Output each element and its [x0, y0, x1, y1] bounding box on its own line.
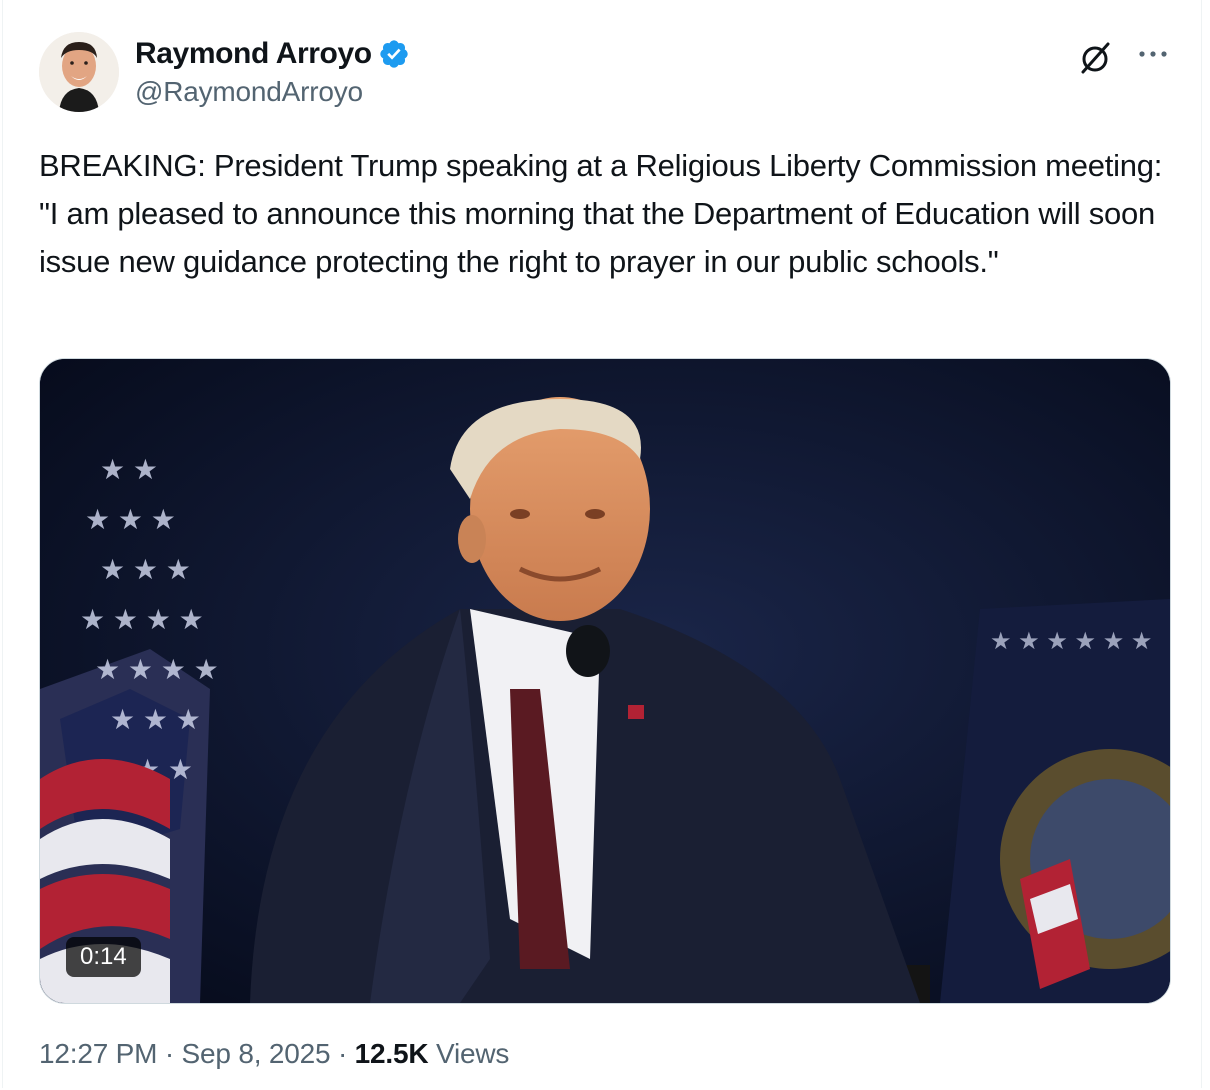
svg-text:★ ★ ★: ★ ★ ★: [100, 554, 191, 585]
views-count[interactable]: 12.5K: [355, 1038, 429, 1069]
svg-text:★ ★ ★ ★: ★ ★ ★ ★: [80, 604, 204, 635]
svg-text:★ ★ ★: ★ ★ ★: [85, 504, 176, 535]
video-player[interactable]: ★ ★ ★ ★ ★ ★ ★ ★ ★ ★ ★ ★ ★ ★ ★ ★ ★ ★ ★ ★ …: [39, 358, 1171, 1004]
author-handle[interactable]: @RaymondArroyo: [135, 76, 363, 108]
meta-separator: ·: [330, 1038, 355, 1069]
author-display-name[interactable]: Raymond Arroyo: [135, 37, 372, 71]
svg-text:★ ★ ★: ★ ★ ★: [110, 704, 201, 735]
more-options-icon[interactable]: [1133, 38, 1173, 70]
tweet-meta: 12:27 PM · Sep 8, 2025 · 12.5K Views: [39, 1038, 509, 1070]
tweet-card: Raymond Arroyo @RaymondArroyo BREAKING: …: [2, 0, 1202, 1088]
author-row: Raymond Arroyo: [135, 36, 410, 72]
video-thumbnail: ★ ★ ★ ★ ★ ★ ★ ★ ★ ★ ★ ★ ★ ★ ★ ★ ★ ★ ★ ★ …: [40, 359, 1170, 1003]
tweet-time[interactable]: 12:27 PM: [39, 1038, 157, 1069]
svg-text:★ ★ ★ ★ ★ ★: ★ ★ ★ ★ ★ ★: [990, 628, 1152, 655]
video-duration-badge: 0:14: [66, 937, 141, 977]
avatar[interactable]: [39, 32, 119, 112]
tweet-text: BREAKING: President Trump speaking at a …: [39, 148, 1171, 279]
verified-badge-icon[interactable]: [378, 38, 410, 70]
tweet-date[interactable]: Sep 8, 2025: [182, 1038, 331, 1069]
svg-text:★ ★ ★ ★: ★ ★ ★ ★: [95, 654, 219, 685]
views-label: Views: [428, 1038, 510, 1069]
grok-icon[interactable]: [1075, 38, 1115, 78]
meta-separator: ·: [157, 1038, 182, 1069]
svg-text:★ ★: ★ ★: [100, 454, 158, 485]
